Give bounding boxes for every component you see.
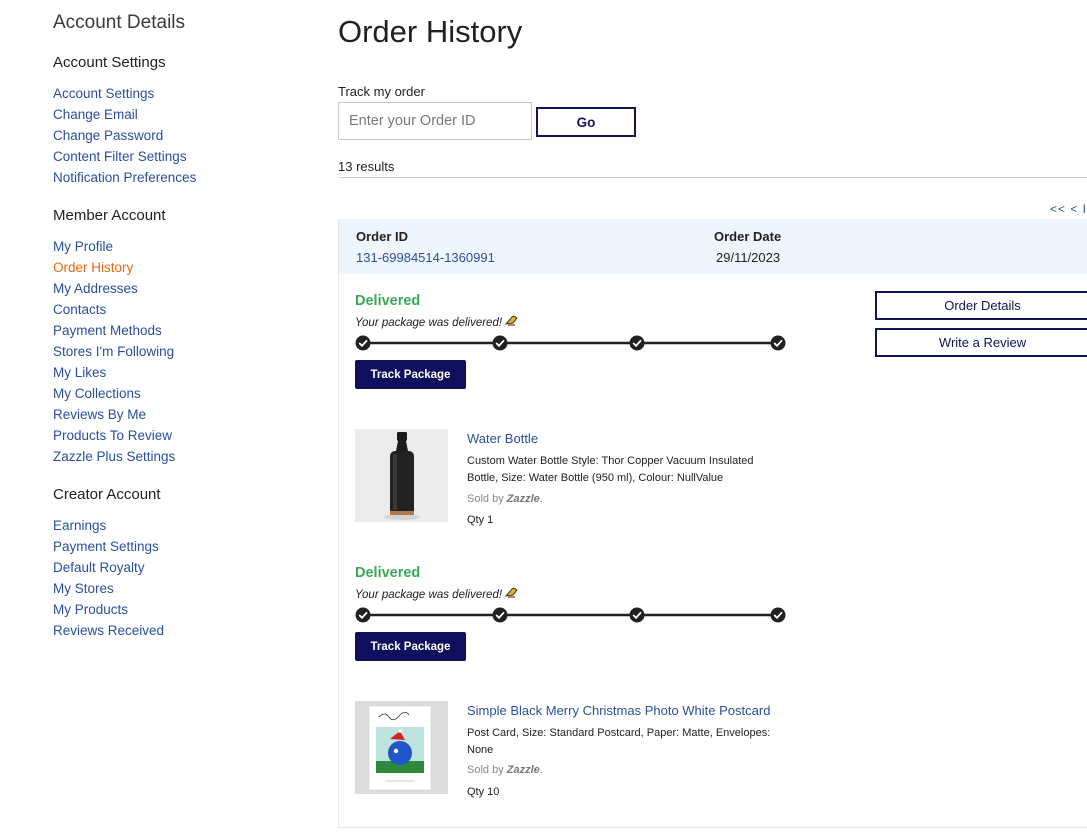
sidebar-item-contacts[interactable]: Contacts xyxy=(53,299,303,320)
order-id-link[interactable]: 131-69984514-1360991 xyxy=(356,250,495,265)
delivery-truck-icon xyxy=(505,587,518,598)
sidebar-item-notification-preferences[interactable]: Notification Preferences xyxy=(53,167,303,188)
sidebar-item-reviews-received[interactable]: Reviews Received xyxy=(53,620,303,641)
track-order-label: Track my order xyxy=(338,84,425,99)
sidebar-item-order-history[interactable]: Order History xyxy=(53,257,303,278)
sidebar-section-heading: Creator Account xyxy=(53,486,161,503)
water-bottle-image xyxy=(355,429,448,522)
sidebar-list-account-settings: Account Settings Change Email Change Pas… xyxy=(53,83,303,188)
sidebar-item-earnings[interactable]: Earnings xyxy=(53,515,303,536)
sold-by-prefix: Sold by xyxy=(467,764,504,776)
sidebar-list-member-account: My Profile Order History My Addresses Co… xyxy=(53,236,303,467)
pagination[interactable]: << < I xyxy=(1050,202,1087,216)
sidebar-item-my-likes[interactable]: My Likes xyxy=(53,362,303,383)
sidebar-item-change-password[interactable]: Change Password xyxy=(53,125,303,146)
sidebar-item-content-filter-settings[interactable]: Content Filter Settings xyxy=(53,146,303,167)
shipment-status: Delivered xyxy=(355,293,421,309)
account-sidebar: Account Details Account Settings Account… xyxy=(53,12,303,660)
order-date: 29/11/2023 xyxy=(716,250,781,265)
order-card: Order ID 131-69984514-1360991 Order Date… xyxy=(338,219,1087,828)
sidebar-item-my-stores[interactable]: My Stores xyxy=(53,578,303,599)
delivery-progress-bar xyxy=(355,335,786,351)
order-details-button[interactable]: Order Details xyxy=(875,291,1087,320)
product-description: Custom Water Bottle Style: Thor Copper V… xyxy=(467,455,754,484)
product-name-link[interactable]: Water Bottle xyxy=(467,431,538,446)
delivery-truck-icon xyxy=(505,315,518,326)
sidebar-item-payment-settings[interactable]: Payment Settings xyxy=(53,536,303,557)
go-button[interactable]: Go xyxy=(536,107,636,137)
postcard-thumbnail[interactable] xyxy=(355,701,448,794)
product-quantity: Qty 1 xyxy=(467,514,494,526)
results-count: 13 results xyxy=(338,159,395,174)
water-bottle-thumbnail[interactable] xyxy=(355,429,448,522)
status-message: Your package was delivered! xyxy=(355,315,519,329)
step-complete-icon xyxy=(492,607,508,623)
step-complete-icon xyxy=(629,335,645,351)
sidebar-item-my-collections[interactable]: My Collections xyxy=(53,383,303,404)
delivery-progress-bar xyxy=(355,607,786,623)
seller-name[interactable]: Zazzle xyxy=(507,493,540,505)
write-review-button[interactable]: Write a Review xyxy=(875,328,1087,357)
sidebar-item-my-profile[interactable]: My Profile xyxy=(53,236,303,257)
step-complete-icon xyxy=(355,607,371,623)
order-header: Order ID 131-69984514-1360991 Order Date… xyxy=(339,219,1087,274)
sidebar-item-change-email[interactable]: Change Email xyxy=(53,104,303,125)
status-message-text: Your package was delivered! xyxy=(355,589,503,601)
sold-by-prefix: Sold by xyxy=(467,493,504,505)
product-description: Post Card, Size: Standard Postcard, Pape… xyxy=(467,727,771,756)
divider xyxy=(338,177,1087,178)
postcard-image xyxy=(355,701,448,794)
track-package-button[interactable]: Track Package xyxy=(355,632,466,661)
order-date-label: Order Date xyxy=(714,229,782,244)
step-complete-icon xyxy=(629,607,645,623)
product-name-link[interactable]: Simple Black Merry Christmas Photo White… xyxy=(467,703,770,718)
sold-by: Sold by Zazzle. xyxy=(467,493,543,505)
sidebar-item-payment-methods[interactable]: Payment Methods xyxy=(53,320,303,341)
sidebar-section-heading: Account Settings xyxy=(53,54,166,71)
sidebar-item-default-royalty[interactable]: Default Royalty xyxy=(53,557,303,578)
sidebar-item-stores-following[interactable]: Stores I'm Following xyxy=(53,341,303,362)
sidebar-item-products-to-review[interactable]: Products To Review xyxy=(53,425,303,446)
status-message-text: Your package was delivered! xyxy=(355,317,503,329)
order-id-input[interactable] xyxy=(338,102,532,140)
sidebar-item-zazzle-plus-settings[interactable]: Zazzle Plus Settings xyxy=(53,446,303,467)
page-title: Order History xyxy=(338,14,523,49)
seller-name[interactable]: Zazzle xyxy=(507,764,540,776)
product-quantity: Qty 10 xyxy=(467,786,500,798)
status-message: Your package was delivered! xyxy=(355,587,519,601)
sidebar-item-reviews-by-me[interactable]: Reviews By Me xyxy=(53,404,303,425)
order-id-label: Order ID xyxy=(356,229,409,244)
sidebar-item-my-products[interactable]: My Products xyxy=(53,599,303,620)
sidebar-list-creator-account: Earnings Payment Settings Default Royalt… xyxy=(53,515,303,641)
sidebar-title: Account Details xyxy=(53,12,186,33)
shipment-status: Delivered xyxy=(355,565,421,581)
step-complete-icon xyxy=(492,335,508,351)
sidebar-item-my-addresses[interactable]: My Addresses xyxy=(53,278,303,299)
step-complete-icon xyxy=(355,335,371,351)
track-package-button[interactable]: Track Package xyxy=(355,360,466,389)
sidebar-item-account-settings[interactable]: Account Settings xyxy=(53,83,303,104)
step-complete-icon xyxy=(770,607,786,623)
sidebar-section-heading: Member Account xyxy=(53,207,166,224)
step-complete-icon xyxy=(770,335,786,351)
sold-by: Sold by Zazzle. xyxy=(467,764,543,776)
